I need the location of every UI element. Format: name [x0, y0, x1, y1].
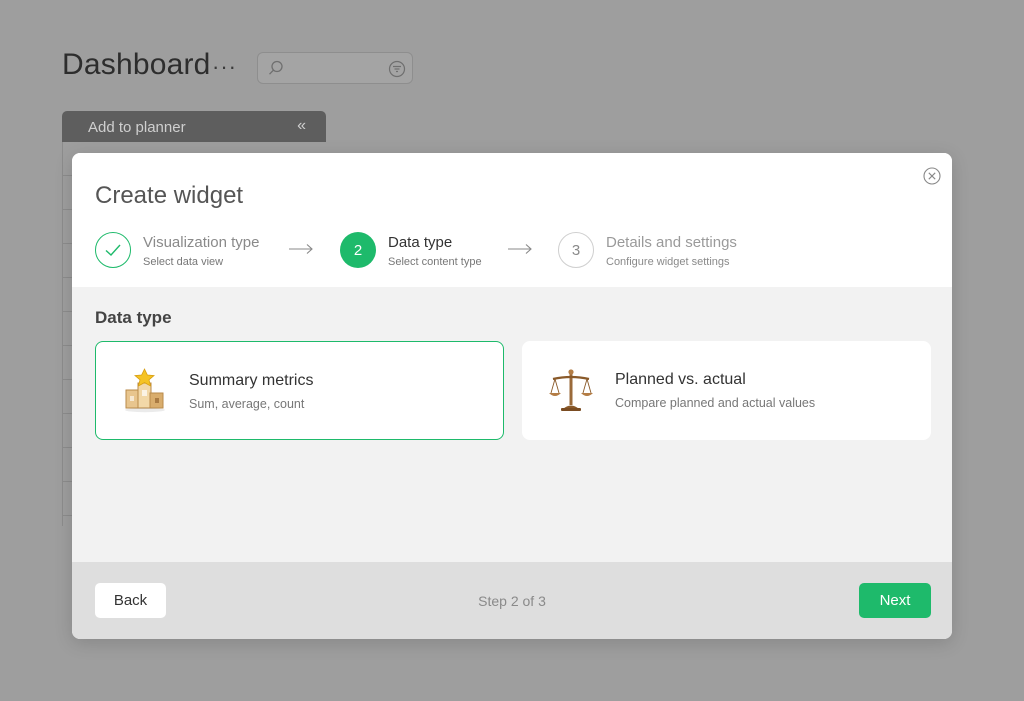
- step-completed-icon: [95, 232, 131, 268]
- search-icon: [269, 60, 283, 75]
- step-subtitle: Select data view: [143, 256, 224, 268]
- option-subtitle: Sum, average, count: [189, 397, 305, 411]
- podium-trophy-icon: [125, 368, 165, 413]
- dialog-header: Create widget Visualization type Select …: [72, 153, 952, 287]
- option-summary-metrics[interactable]: Summary metrics Sum, average, count: [95, 341, 504, 440]
- step-title: Data type: [388, 234, 453, 251]
- arrow-right-icon: [508, 244, 532, 254]
- dialog-title: Create widget: [95, 182, 244, 209]
- step-number-badge: 2: [340, 232, 376, 268]
- dialog-footer: Back Step 2 of 3 Next: [72, 562, 952, 639]
- step-indicator: Step 2 of 3: [478, 593, 546, 609]
- step-title: Details and settings: [606, 234, 737, 251]
- close-icon[interactable]: [923, 167, 941, 185]
- step-title: Visualization type: [143, 234, 260, 251]
- scales-icon: [549, 369, 593, 411]
- planner-panel-title: Add to planner: [88, 119, 186, 136]
- checkmark-icon: [105, 244, 121, 256]
- option-title: Planned vs. actual: [615, 371, 746, 388]
- page-title: Dashboard: [62, 48, 211, 81]
- option-planned-vs-actual[interactable]: Planned vs. actual Compare planned and a…: [522, 341, 931, 440]
- collapse-icon[interactable]: «: [297, 117, 306, 135]
- search-input[interactable]: [257, 52, 413, 84]
- option-title: Summary metrics: [189, 372, 314, 389]
- step-number-badge: 3: [558, 232, 594, 268]
- planner-panel-header: Add to planner «: [62, 111, 326, 142]
- create-widget-dialog: Create widget Visualization type Select …: [72, 153, 952, 639]
- section-title: Data type: [95, 308, 172, 327]
- filter-icon[interactable]: [388, 60, 406, 78]
- more-options-icon[interactable]: ···: [212, 54, 237, 80]
- option-subtitle: Compare planned and actual values: [615, 396, 816, 410]
- step-subtitle: Select content type: [388, 256, 482, 268]
- step-subtitle: Configure widget settings: [606, 256, 730, 268]
- arrow-right-icon: [289, 244, 313, 254]
- next-button[interactable]: Next: [859, 583, 931, 618]
